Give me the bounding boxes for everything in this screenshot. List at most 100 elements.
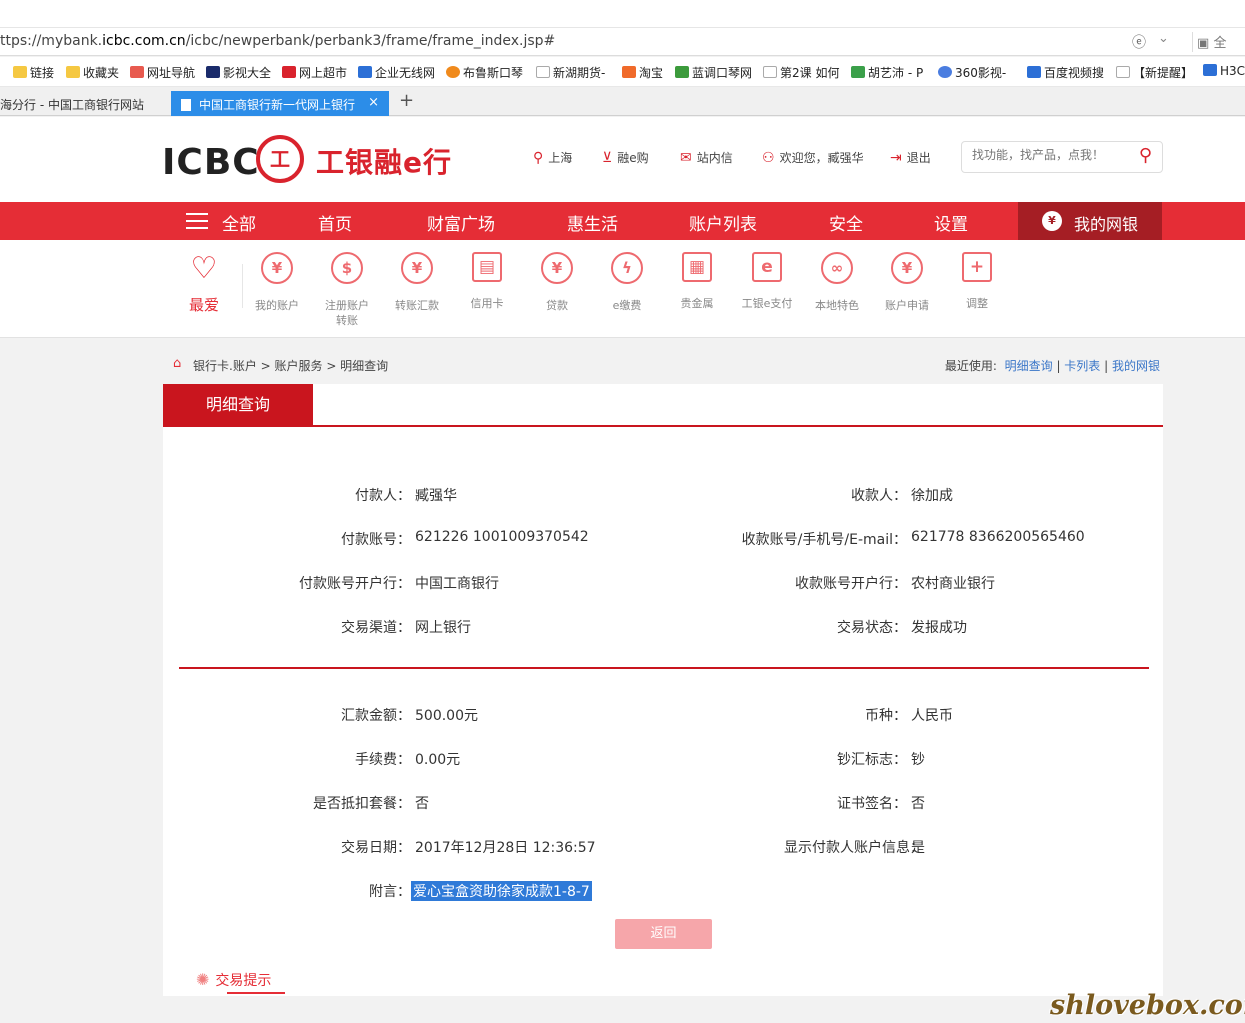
browser-tab-active[interactable]: 中国工商银行新一代网上银行 × — [171, 91, 389, 116]
nav-settings[interactable]: 设置 — [934, 210, 968, 235]
nav-life[interactable]: 惠生活 — [567, 210, 618, 235]
nav-security[interactable]: 安全 — [829, 210, 863, 235]
search-icon[interactable]: ⚲ — [1139, 145, 1152, 166]
favorite-item[interactable]: 淘宝 — [622, 64, 663, 81]
quick-credit-card[interactable]: ▤ 信用卡 — [452, 252, 522, 311]
nav-all[interactable]: 全部 — [222, 210, 256, 235]
currency-value: 人民币 — [911, 708, 953, 724]
water-drop-icon: ϟ — [611, 252, 643, 284]
breadcrumb[interactable]: 银行卡.账户 > 账户服务 > 明细查询 — [193, 357, 388, 374]
site-icon — [446, 66, 460, 78]
search-engine-button[interactable]: ▣ 全 — [1192, 32, 1226, 52]
payer-account-label: 付款账号： — [341, 532, 411, 548]
quick-precious-metal[interactable]: ▦ 贵金属 — [662, 252, 732, 311]
favorite-item[interactable]: 【新提醒】 — [1116, 64, 1193, 81]
transaction-tips[interactable]: ✺ 交易提示 — [196, 970, 285, 994]
address-bar[interactable]: ttps://mybank.icbc.com.cn/icbc/newperban… — [0, 28, 1245, 56]
quick-local-feature[interactable]: ∞ 本地特色 — [802, 252, 872, 313]
ie-compat-icon[interactable]: ⓔ — [1132, 32, 1146, 52]
close-icon[interactable]: × — [368, 95, 379, 110]
tab-detail-query[interactable]: 明细查询 — [163, 384, 313, 425]
show-payer-label: 显示付款人账户信息： — [784, 840, 924, 856]
favorite-item[interactable]: 第2课 如何 — [763, 64, 839, 81]
favorite-item[interactable]: 布鲁斯口琴 — [446, 64, 523, 81]
recent-link-cards[interactable]: 卡列表 — [1064, 359, 1100, 373]
money-bag-icon: ¥ — [1042, 211, 1062, 231]
page-icon — [763, 66, 777, 78]
memo-label: 附言： — [369, 884, 411, 900]
welcome-user[interactable]: ⚇ 欢迎您，臧强华 — [762, 149, 864, 166]
recent-link-detail[interactable]: 明细查询 — [1005, 359, 1053, 373]
logout-link[interactable]: ⇥ 退出 — [890, 149, 931, 166]
quick-adjust[interactable]: + 调整 — [942, 252, 1012, 311]
transfer-icon: ¥ — [401, 252, 433, 284]
favorite-item[interactable]: 收藏夹 — [66, 64, 119, 81]
nav-wealth[interactable]: 财富广场 — [427, 210, 495, 235]
quick-my-account[interactable]: ¥ 我的账户 — [242, 252, 312, 313]
page-icon — [181, 99, 191, 111]
show-payer-value: 是 — [911, 840, 925, 856]
cash-flag-value: 钞 — [911, 752, 925, 768]
menu-icon[interactable] — [186, 213, 208, 234]
favorite-item[interactable]: 企业无线网 — [358, 64, 435, 81]
divider — [163, 425, 1163, 427]
detail-row: 付款账号开户行： 中国工商银行 收款账号开户行： 农村商业银行 — [163, 573, 1163, 593]
memo-value[interactable]: 爱心宝盒资助徐家成款1-8-7 — [411, 881, 592, 901]
detail-row: 交易渠道： 网上银行 交易状态： 发报成功 — [163, 617, 1163, 637]
nav-mybank[interactable]: ¥ 我的网银 — [1018, 202, 1162, 240]
url-prefix: ttps://mybank. — [0, 33, 103, 49]
site-icon — [675, 66, 689, 78]
site-icon — [206, 66, 220, 78]
nav-accounts[interactable]: 账户列表 — [689, 210, 757, 235]
favorite-item[interactable]: 网上超市 — [282, 64, 347, 81]
site-icon — [851, 66, 865, 78]
recent-link-mybank[interactable]: 我的网银 — [1112, 359, 1160, 373]
home-icon[interactable]: ⌂ — [173, 356, 181, 371]
favorite-item[interactable]: 新湖期货- — [536, 64, 605, 81]
icbc-seal-icon: 工 — [256, 135, 304, 183]
date-value: 2017年12月28日 12:36:57 — [415, 840, 596, 856]
chevron-down-icon[interactable]: ⌄ — [1158, 31, 1169, 46]
favorite-item[interactable]: 网址导航 — [130, 64, 195, 81]
favorite-item[interactable]: H3C — [1203, 64, 1245, 78]
date-label: 交易日期： — [341, 840, 411, 856]
browser-tab[interactable]: 海分行 - 中国工商银行网站 — [0, 91, 168, 116]
quick-icbc-epay[interactable]: e 工银e支付 — [732, 252, 802, 311]
quick-epayment[interactable]: ϟ e缴费 — [592, 252, 662, 313]
favorite-item[interactable]: 蓝调口琴网 — [675, 64, 752, 81]
quick-loan[interactable]: ¥ 贷款 — [522, 252, 592, 313]
favorite-item[interactable]: 360影视- — [938, 64, 1006, 81]
message-link[interactable]: ✉ 站内信 — [680, 149, 733, 166]
cash-flag-label: 钞汇标志： — [837, 752, 907, 768]
payee-account-value: 621778 8366200565460 — [911, 529, 1085, 545]
local-feature-icon: ∞ — [821, 252, 853, 284]
url-path: /icbc/newperbank/perbank3/frame/frame_in… — [185, 33, 556, 49]
payee-bank-value: 农村商业银行 — [911, 576, 995, 592]
folder-icon — [66, 66, 80, 78]
detail-panel: 明细查询 付款人： 臧强华 收款人： 徐加成 付款账号： 621226 1001… — [163, 384, 1163, 996]
quick-account-apply[interactable]: ¥ 账户申请 — [872, 252, 942, 313]
detail-row: 付款人： 臧强华 收款人： 徐加成 — [163, 485, 1163, 505]
favorite-item[interactable]: 影视大全 — [206, 64, 271, 81]
payer-bank-value: 中国工商银行 — [415, 576, 499, 592]
new-tab-button[interactable]: + — [399, 90, 414, 111]
money-bag-icon: ¥ — [541, 252, 573, 284]
favorite-item[interactable]: 百度视频搜 — [1027, 64, 1104, 81]
back-button[interactable]: 返回 — [615, 919, 712, 949]
url-text[interactable]: ttps://mybank.icbc.com.cn/icbc/newperban… — [0, 33, 555, 49]
site-search-input[interactable] — [972, 148, 1122, 162]
shop-link[interactable]: ⊻ 融e购 — [602, 149, 649, 166]
site-header: ICBC 工 工银融e行 ⚲ 上海 ⊻ 融e购 ✉ 站内信 ⚇ 欢迎您，臧强华 ⇥ 退出 … — [0, 117, 1245, 202]
favorite-item[interactable]: 链接 — [13, 64, 54, 81]
plus-square-icon: + — [962, 252, 992, 282]
icbc-logo[interactable]: ICBC — [162, 142, 260, 183]
amount-label: 汇款金额： — [341, 708, 411, 724]
quick-registered-transfer[interactable]: $ 注册账户转账 — [312, 252, 382, 328]
favorite-item[interactable]: 胡艺沛 - P — [851, 64, 923, 81]
quick-transfer[interactable]: ¥ 转账汇款 — [382, 252, 452, 313]
status-label: 交易状态： — [837, 620, 907, 636]
lightbulb-icon: ✺ — [196, 970, 210, 989]
favorites-shortcut[interactable]: ♡ 最爱 — [187, 254, 221, 315]
nav-home[interactable]: 首页 — [318, 210, 352, 235]
location-link[interactable]: ⚲ 上海 — [533, 149, 572, 166]
